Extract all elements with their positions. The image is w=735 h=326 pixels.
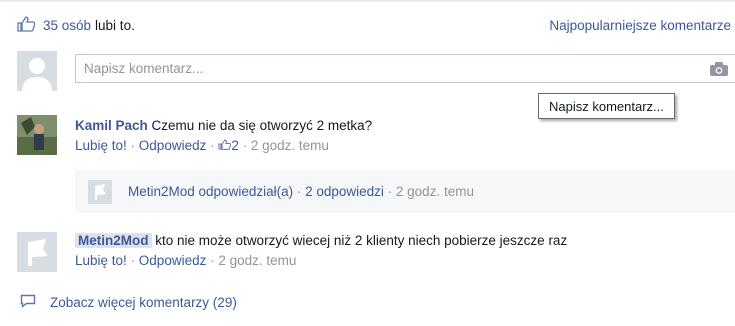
likes-summary: 35 osób lubi to. Najpopularniejsze komen… xyxy=(17,13,735,37)
separator-dot: · xyxy=(238,138,251,153)
likes-count-link[interactable]: 35 osób xyxy=(43,18,91,33)
separator-dot: · xyxy=(383,184,396,199)
current-user-avatar xyxy=(17,51,57,91)
comment-text: kto nie może otworzyć wiecej niż 2 klien… xyxy=(155,233,568,248)
view-more-label: Zobacz więcej komentarzy (29) xyxy=(50,295,237,310)
comment-time[interactable]: 2 godz. temu xyxy=(251,138,329,153)
like-button[interactable]: Lubię to! xyxy=(75,138,127,153)
replier-avatar xyxy=(88,179,112,204)
comment-input-placeholder: Napisz komentarz... xyxy=(84,61,204,76)
speech-bubble-icon xyxy=(20,294,36,311)
like-button[interactable]: Lubię to! xyxy=(75,253,127,268)
comment-author[interactable]: Metin2Mod xyxy=(75,233,152,248)
sort-comments-dropdown[interactable]: Najpopularniejsze komentarze xyxy=(549,18,731,33)
view-more-comments[interactable]: Zobacz więcej komentarzy (29) xyxy=(20,294,237,311)
comment-text: Czemu nie da się otworzyć 2 metka? xyxy=(151,118,373,133)
replies-count-link[interactable]: 2 odpowiedzi xyxy=(305,184,384,199)
replies-summary[interactable]: Metin2Mod odpowiedział(a) · 2 odpowiedzi… xyxy=(75,170,735,213)
reply-button[interactable]: Odpowiedz xyxy=(139,253,207,268)
comment-input[interactable]: Napisz komentarz... xyxy=(75,54,735,83)
comment-time[interactable]: 2 godz. temu xyxy=(218,253,296,268)
comment-like-count[interactable]: 2 xyxy=(218,138,239,153)
separator-dot: · xyxy=(126,253,139,268)
reply-button[interactable]: Odpowiedz xyxy=(139,138,207,153)
small-thumbs-up-icon xyxy=(218,138,232,153)
replies-time: 2 godz. temu xyxy=(395,184,474,199)
comment-kamil-pach: Kamil Pach Czemu nie da się otworzyć 2 m… xyxy=(75,118,725,153)
separator-dot: · xyxy=(126,138,139,153)
top-divider xyxy=(0,0,735,2)
separator-dot: · xyxy=(206,253,219,268)
likes-left: 35 osób lubi to. xyxy=(17,15,135,35)
kamil-pach-avatar[interactable] xyxy=(17,115,57,155)
composer-tooltip: Napisz komentarz... xyxy=(538,93,675,119)
camera-icon[interactable] xyxy=(710,62,728,79)
like-count-value: 2 xyxy=(231,138,239,153)
metin2mod-avatar[interactable] xyxy=(17,232,57,272)
separator-dot: · xyxy=(206,138,219,153)
separator-dot: · xyxy=(293,184,306,199)
likes-suffix: lubi to. xyxy=(95,17,135,33)
replies-author-text[interactable]: Metin2Mod odpowiedział(a) xyxy=(128,184,293,199)
thumbs-up-icon xyxy=(17,15,36,35)
comment-author[interactable]: Kamil Pach xyxy=(75,118,148,133)
comment-metin2mod: Metin2Mod kto nie może otworzyć wiecej n… xyxy=(75,233,735,268)
